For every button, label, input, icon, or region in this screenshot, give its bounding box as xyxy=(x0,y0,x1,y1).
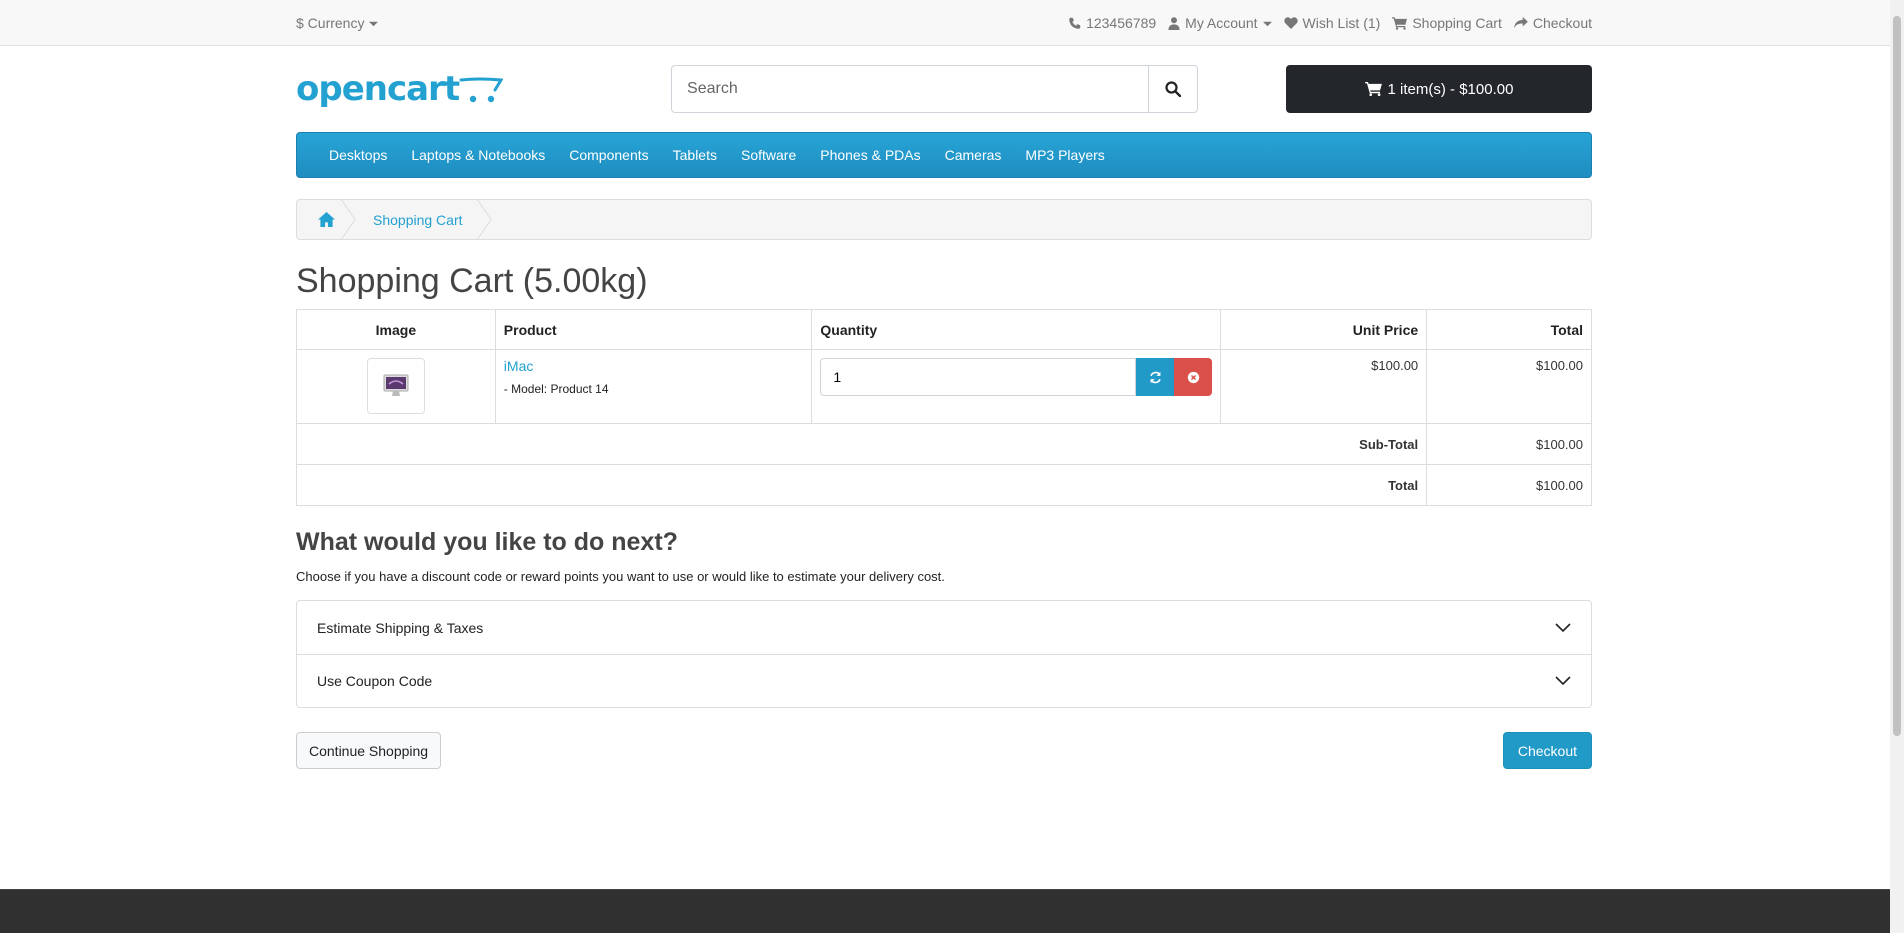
total-value: $100.00 xyxy=(1426,464,1592,506)
search-bar xyxy=(671,65,1199,113)
header-unit-price: Unit Price xyxy=(1220,309,1428,350)
cart-icon xyxy=(1364,82,1382,96)
currency-dropdown[interactable]: $ Currency xyxy=(296,15,379,31)
shopping-cart-link[interactable]: Shopping Cart xyxy=(1392,15,1502,31)
page-title: Shopping Cart (5.00kg) xyxy=(296,262,648,300)
estimate-shipping-toggle[interactable]: Estimate Shipping & Taxes xyxy=(297,601,1591,654)
search-input[interactable] xyxy=(671,65,1149,113)
header-image: Image xyxy=(296,309,496,350)
chevron-down-icon xyxy=(1555,676,1571,686)
page-scrollbar[interactable] xyxy=(1890,0,1904,933)
breadcrumb-shopping-cart[interactable]: Shopping Cart xyxy=(355,199,492,240)
product-link[interactable]: iMac xyxy=(504,358,804,374)
menu-item-tablets[interactable]: Tablets xyxy=(661,147,729,163)
search-icon xyxy=(1165,81,1182,97)
product-thumbnail[interactable] xyxy=(366,358,425,414)
caret-down-icon xyxy=(369,21,379,26)
menu-item-laptops[interactable]: Laptops & Notebooks xyxy=(399,147,557,163)
checkout-link[interactable]: Checkout xyxy=(1513,15,1592,31)
logo-cart-icon xyxy=(459,77,504,103)
estimate-shipping-label: Estimate Shipping & Taxes xyxy=(317,619,484,636)
imac-image xyxy=(383,374,409,396)
unit-price-cell: $100.00 xyxy=(1220,349,1428,424)
cart-icon xyxy=(1392,16,1408,30)
chevron-down-icon xyxy=(1555,622,1571,632)
checkout-label: Checkout xyxy=(1532,15,1592,31)
phone-icon xyxy=(1069,17,1081,29)
main-menu: Desktops Laptops & Notebooks Components … xyxy=(296,132,1592,178)
caret-down-icon xyxy=(1262,21,1272,26)
row-total-cell: $100.00 xyxy=(1426,349,1592,424)
phone-number: 123456789 xyxy=(1086,15,1157,31)
subtotal-row: Sub-Total $100.00 xyxy=(295,423,1592,465)
refresh-icon xyxy=(1150,371,1161,383)
cart-button-label: 1 item(s) - $100.00 xyxy=(1387,80,1514,98)
remove-button[interactable] xyxy=(1174,358,1213,396)
currency-label: $ Currency xyxy=(296,15,365,31)
breadcrumb-current-label: Shopping Cart xyxy=(373,211,463,228)
table-row: iMac - Model: Product 14 $100.00 xyxy=(296,349,1592,424)
wishlist-label: Wish List (1) xyxy=(1302,15,1381,31)
subtotal-label: Sub-Total xyxy=(295,423,1428,465)
subtotal-value: $100.00 xyxy=(1426,423,1592,465)
options-accordion: Estimate Shipping & Taxes Use Coupon Cod… xyxy=(296,600,1592,708)
product-model: - Model: Product 14 xyxy=(503,382,609,396)
top-bar: $ Currency 123456789 My Account Wish Lis… xyxy=(0,0,1904,46)
breadcrumb-home[interactable] xyxy=(297,199,356,240)
menu-item-desktops[interactable]: Desktops xyxy=(317,147,399,163)
user-icon xyxy=(1168,16,1180,30)
header-total: Total xyxy=(1426,309,1592,350)
coupon-code-toggle[interactable]: Use Coupon Code xyxy=(297,654,1591,707)
total-row: Total $100.00 xyxy=(295,464,1592,506)
search-button[interactable] xyxy=(1148,65,1199,113)
menu-item-components[interactable]: Components xyxy=(557,147,660,163)
shopping-cart-label: Shopping Cart xyxy=(1412,15,1502,31)
header: opencart 1 item(s) - $100.00 xyxy=(296,46,1592,132)
continue-shopping-button[interactable]: Continue Shopping xyxy=(296,732,442,769)
total-label: Total xyxy=(295,464,1428,506)
heart-icon xyxy=(1283,17,1298,29)
cart-button[interactable]: 1 item(s) - $100.00 xyxy=(1286,65,1592,113)
next-intro: Choose if you have a discount code or re… xyxy=(296,569,945,584)
menu-item-software[interactable]: Software xyxy=(729,147,808,163)
wishlist-link[interactable]: Wish List (1) xyxy=(1283,15,1381,31)
next-heading: What would you like to do next? xyxy=(296,528,678,556)
cart-table: Image Product Quantity Unit Price Total xyxy=(295,309,1592,506)
logo-text: opencart xyxy=(296,69,460,109)
menu-item-mp3[interactable]: MP3 Players xyxy=(1013,147,1116,163)
quantity-group xyxy=(820,358,1213,396)
menu-item-phones[interactable]: Phones & PDAs xyxy=(808,147,932,163)
menu-item-cameras[interactable]: Cameras xyxy=(933,147,1014,163)
header-product: Product xyxy=(494,309,813,350)
header-quantity: Quantity xyxy=(811,309,1222,350)
share-icon xyxy=(1513,17,1528,29)
home-icon xyxy=(317,212,335,227)
footer xyxy=(0,889,1890,933)
scrollbar-thumb[interactable] xyxy=(1893,16,1901,736)
logo[interactable]: opencart xyxy=(296,69,504,109)
coupon-code-label: Use Coupon Code xyxy=(317,673,433,689)
quantity-input[interactable] xyxy=(820,358,1137,396)
action-buttons: Continue Shopping Checkout xyxy=(296,732,1592,769)
breadcrumb-separator xyxy=(476,199,492,240)
my-account-label: My Account xyxy=(1185,15,1258,31)
checkout-button[interactable]: Checkout xyxy=(1502,732,1592,769)
phone-link[interactable]: 123456789 xyxy=(1068,15,1156,31)
update-button[interactable] xyxy=(1136,358,1175,396)
remove-icon xyxy=(1187,371,1200,383)
breadcrumb: Shopping Cart xyxy=(296,199,1592,240)
my-account-dropdown[interactable]: My Account xyxy=(1168,15,1272,31)
